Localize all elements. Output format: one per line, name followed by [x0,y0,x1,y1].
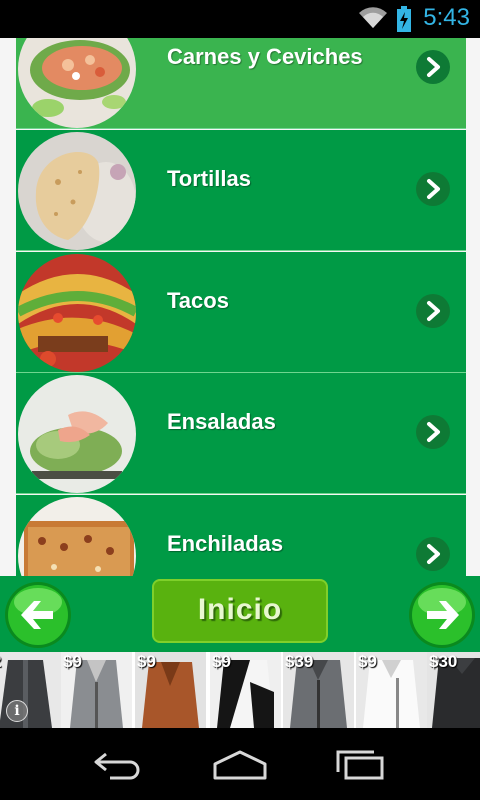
chevron-right-icon[interactable] [416,294,450,328]
home-icon[interactable] [210,748,270,782]
chevron-right-icon[interactable] [416,415,450,449]
list-item-enchiladas[interactable]: Enchiladas [16,495,466,576]
ad-price: $9 [358,652,377,671]
ad-info-icon[interactable]: i [6,700,28,722]
bottom-navigation: Inicio [0,576,480,652]
back-icon[interactable] [90,748,150,782]
ad-product-tile[interactable]: $39 [283,652,354,728]
ad-price: $9 [137,652,156,671]
list-item-ensaladas[interactable]: Ensaladas [16,373,466,494]
dish-thumbnail [18,497,136,576]
list-item-label: Ensaladas [167,409,276,434]
clock: 5:43 [423,4,470,31]
list-item-label: Enchiladas [167,531,284,556]
ad-price: 2 [0,652,1,672]
ad-product-tile[interactable]: $9 [135,652,206,728]
category-list[interactable]: Carnes y Ceviches Tortillas Tacos Ensala… [0,38,480,576]
list-item-label: Tacos [167,288,229,313]
ad-product-tile[interactable]: $9 [61,652,132,728]
dish-thumbnail [18,254,136,372]
list-item-tortillas[interactable]: Tortillas [16,130,466,251]
list-item-label: Carnes y Ceviches [167,44,363,69]
battery-charging-icon [397,6,411,32]
chevron-right-icon[interactable] [416,537,450,571]
ad-product-tile[interactable]: $30 [427,652,480,728]
arrow-right-icon[interactable] [407,580,477,650]
ad-price: $30 [429,652,458,671]
recents-icon[interactable] [330,748,390,782]
ad-product-tile[interactable]: $9 [356,652,427,728]
dish-thumbnail [18,38,136,128]
system-navigation-bar [0,728,480,800]
dish-thumbnail [18,375,136,493]
wifi-icon [359,7,387,29]
home-button[interactable]: Inicio [152,579,328,643]
list-item-carnes-y-ceviches[interactable]: Carnes y Ceviches [16,38,466,129]
arrow-left-icon[interactable] [3,580,73,650]
ad-price: $9 [63,652,82,671]
ad-price: $9 [212,652,231,671]
ad-banner[interactable]: 2 $9 $9 $9 $39 $9 $30 i [0,652,480,728]
ad-product-tile[interactable]: $9 [210,652,281,728]
chevron-right-icon[interactable] [416,50,450,84]
ad-price: $39 [285,652,314,671]
home-button-label: Inicio [197,593,283,626]
chevron-right-icon[interactable] [416,172,450,206]
list-item-label: Tortillas [167,166,251,191]
list-item-tacos[interactable]: Tacos [16,252,466,373]
status-bar: 5:43 [0,0,480,38]
dish-thumbnail [18,132,136,250]
